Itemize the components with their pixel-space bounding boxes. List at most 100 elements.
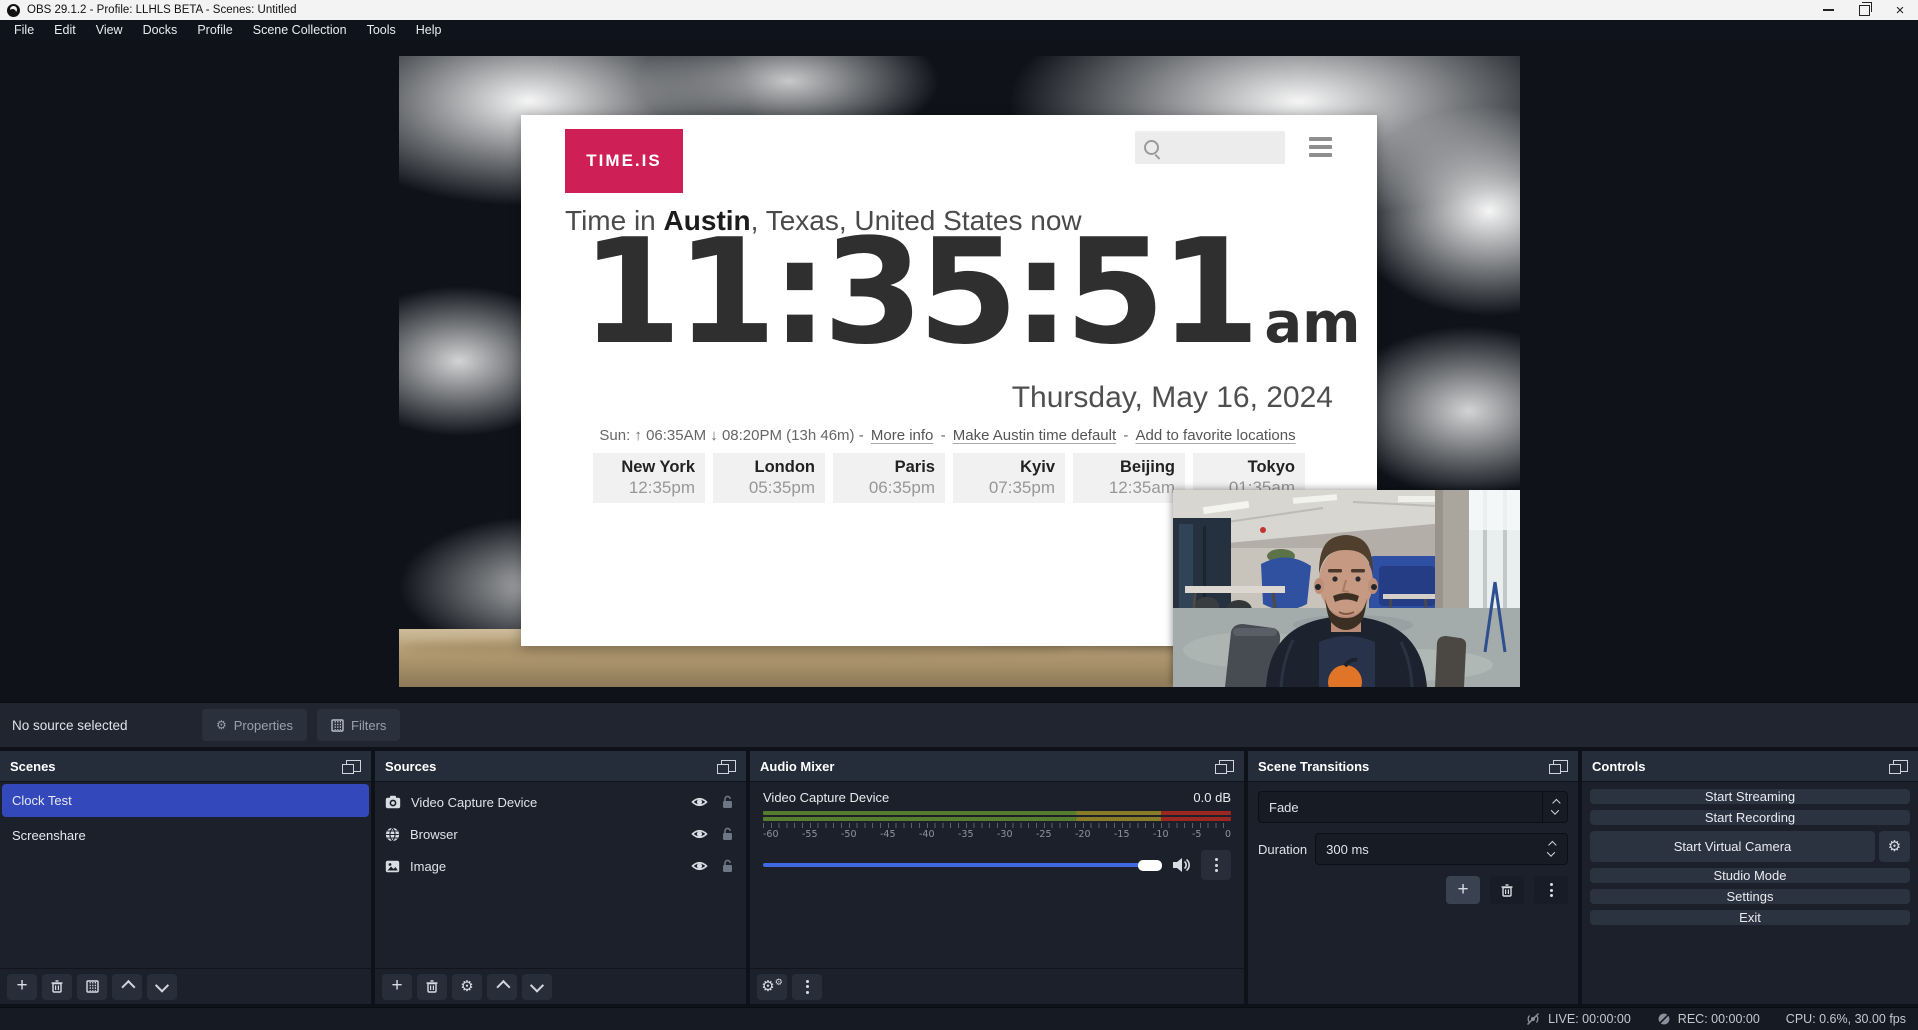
filter-icon	[86, 980, 99, 993]
hamburger-menu-icon	[1309, 137, 1332, 157]
combo-arrows	[1542, 792, 1567, 822]
start-streaming-button[interactable]: Start Streaming	[1590, 789, 1910, 804]
globe-icon	[385, 827, 400, 842]
add-transition-button[interactable]: +	[1446, 876, 1480, 904]
scenes-panel: Scenes Clock Test Screenshare +	[0, 751, 371, 1004]
advanced-audio-button[interactable]: ⚙⚙	[757, 974, 787, 1000]
settings-button[interactable]: Settings	[1590, 889, 1910, 904]
world-clock-beijing: Beijing 12:35am	[1073, 453, 1185, 503]
window-restore-button[interactable]	[1846, 0, 1882, 20]
add-scene-button[interactable]: +	[7, 974, 37, 1000]
source-item-video-capture[interactable]: Video Capture Device	[375, 786, 746, 818]
trash-icon	[426, 980, 438, 993]
menu-profile[interactable]: Profile	[187, 23, 242, 37]
move-source-down-button[interactable]	[522, 974, 552, 1000]
add-source-button[interactable]: +	[382, 974, 412, 1000]
obs-logo-icon	[7, 4, 20, 17]
transition-properties-button[interactable]	[1534, 876, 1568, 904]
visibility-eye-icon[interactable]	[691, 860, 708, 872]
program-preview[interactable]: TIME.IS Time in Austin, Texas, United St…	[399, 56, 1520, 687]
source-item-image[interactable]: Image	[375, 850, 746, 882]
spin-up-icon[interactable]	[1548, 840, 1556, 848]
restore-icon	[1859, 5, 1870, 16]
scene-item-screenshare[interactable]: Screenshare	[2, 819, 369, 852]
duration-value[interactable]: 300 ms	[1316, 842, 1539, 857]
gear-icon: ⚙	[460, 979, 473, 994]
mixer-level-db: 0.0 dB	[1193, 790, 1231, 805]
source-item-browser[interactable]: Browser	[375, 818, 746, 850]
world-clock-newyork: New York 12:35pm	[593, 453, 705, 503]
remove-scene-button[interactable]	[42, 974, 72, 1000]
scene-item-clock-test[interactable]: Clock Test	[2, 784, 369, 817]
close-icon: ×	[1896, 3, 1905, 18]
filters-button[interactable]: Filters	[317, 709, 400, 741]
spin-down-icon[interactable]	[1547, 848, 1555, 856]
exit-button[interactable]: Exit	[1590, 910, 1910, 925]
window-controls: ×	[1810, 0, 1918, 20]
search-box	[1135, 131, 1285, 164]
start-virtual-camera-button[interactable]: Start Virtual Camera	[1590, 831, 1875, 862]
move-source-up-button[interactable]	[487, 974, 517, 1000]
stream-inactive-icon	[1525, 1011, 1541, 1027]
popout-icon	[1219, 760, 1234, 772]
clock-ampm: am	[1264, 296, 1360, 356]
mixer-channel-menu-button[interactable]	[1201, 850, 1231, 880]
studio-mode-button[interactable]: Studio Mode	[1590, 868, 1910, 883]
more-info-link: More info	[871, 427, 934, 444]
controls-panel-title: Controls	[1592, 759, 1645, 774]
gear-icon: ⚙	[216, 719, 227, 731]
window-title: OBS 29.1.2 - Profile: LLHLS BETA - Scene…	[27, 4, 297, 16]
rec-status: REC: 00:00:00	[1657, 1012, 1760, 1026]
clock-time: 11:35:51	[581, 231, 1254, 356]
lock-icon[interactable]	[721, 795, 734, 809]
properties-button[interactable]: ⚙ Properties	[202, 709, 307, 741]
menu-docks[interactable]: Docks	[133, 23, 188, 37]
chevron-up-icon	[496, 979, 510, 993]
menu-help[interactable]: Help	[406, 23, 452, 37]
move-scene-up-button[interactable]	[112, 974, 142, 1000]
popout-icon	[721, 760, 736, 772]
visibility-eye-icon[interactable]	[691, 828, 708, 840]
cpu-fps-stats: CPU: 0.6%, 30.00 fps	[1786, 1012, 1906, 1026]
lock-icon[interactable]	[721, 859, 734, 873]
scene-filters-button[interactable]	[77, 974, 107, 1000]
remove-transition-button[interactable]	[1490, 876, 1524, 904]
gear-icon: ⚙	[1888, 839, 1901, 854]
menu-tools[interactable]: Tools	[357, 23, 406, 37]
mixer-menu-button[interactable]	[792, 974, 822, 1000]
world-clock-paris: Paris 06:35pm	[833, 453, 945, 503]
move-scene-down-button[interactable]	[147, 974, 177, 1000]
make-default-link: Make Austin time default	[953, 427, 1116, 444]
menu-view[interactable]: View	[86, 23, 133, 37]
virtual-camera-settings-button[interactable]: ⚙	[1879, 831, 1910, 862]
camera-icon	[385, 795, 401, 809]
volume-meter-left	[763, 811, 1231, 815]
menu-file[interactable]: File	[4, 23, 44, 37]
start-recording-button[interactable]: Start Recording	[1590, 810, 1910, 825]
dock-area: Scenes Clock Test Screenshare + Sources	[0, 747, 1918, 1007]
speaker-icon[interactable]	[1172, 857, 1191, 873]
window-minimize-button[interactable]	[1810, 0, 1846, 20]
remove-source-button[interactable]	[417, 974, 447, 1000]
scenes-panel-title: Scenes	[10, 759, 56, 774]
source-status-text: No source selected	[12, 718, 202, 733]
duration-spinbox[interactable]: 300 ms	[1315, 833, 1568, 865]
preview-area: TIME.IS Time in Austin, Texas, United St…	[0, 39, 1918, 702]
visibility-eye-icon[interactable]	[691, 796, 708, 808]
search-icon	[1144, 140, 1159, 155]
sun-times: Sun: ↑ 06:35AM ↓ 08:20PM (13h 46m) -	[599, 427, 863, 444]
menu-bar: File Edit View Docks Profile Scene Colle…	[0, 20, 1918, 39]
lock-icon[interactable]	[721, 827, 734, 841]
menu-edit[interactable]: Edit	[44, 23, 86, 37]
filter-icon	[331, 719, 344, 732]
digital-clock: 11:35:51 am	[581, 231, 1360, 356]
window-close-button[interactable]: ×	[1882, 0, 1918, 20]
trash-icon	[1501, 884, 1513, 897]
volume-slider-handle[interactable]	[1138, 860, 1162, 871]
transition-select[interactable]: Fade	[1258, 791, 1568, 823]
popout-icon	[1893, 760, 1908, 772]
kebab-menu-icon	[1215, 858, 1218, 872]
menu-scene-collection[interactable]: Scene Collection	[243, 23, 357, 37]
source-properties-button[interactable]: ⚙	[452, 974, 482, 1000]
volume-slider[interactable]	[763, 863, 1162, 867]
